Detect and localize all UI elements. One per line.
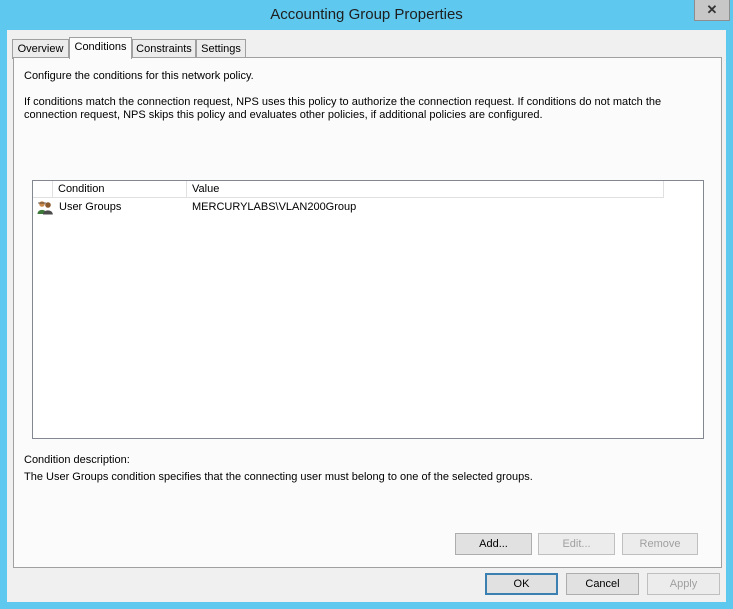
conditions-tab-panel: Configure the conditions for this networ… [13,57,722,568]
title-bar: Accounting Group Properties ✕ [0,0,733,30]
edit-button[interactable]: Edit... [538,533,615,555]
column-header-value[interactable]: Value [187,181,664,198]
column-header-condition[interactable]: Condition [53,181,187,198]
table-row[interactable]: User Groups MERCURYLABS\VLAN200Group [33,199,703,216]
add-button[interactable]: Add... [455,533,532,555]
cancel-button[interactable]: Cancel [566,573,639,595]
tab-overview[interactable]: Overview [12,39,69,59]
remove-button[interactable]: Remove [622,533,698,555]
window-title: Accounting Group Properties [270,6,463,23]
intro-text: Configure the conditions for this networ… [24,70,254,82]
condition-description-text: The User Groups condition specifies that… [24,471,533,483]
close-button[interactable]: ✕ [694,0,730,21]
user-group-icon [37,200,53,215]
row-condition-cell: User Groups [59,201,122,213]
description-line-1: If conditions match the connection reque… [24,96,662,108]
tab-settings[interactable]: Settings [196,39,246,59]
description-line-2: connection request, NPS skips this polic… [24,109,543,121]
condition-description-label: Condition description: [24,454,130,466]
column-header-icon[interactable] [33,181,53,198]
tab-constraints[interactable]: Constraints [132,39,196,59]
close-icon: ✕ [706,2,718,17]
conditions-list[interactable]: Condition Value User Groups MERCURYLABS\… [32,180,704,439]
tab-conditions[interactable]: Conditions [69,37,132,59]
ok-button[interactable]: OK [485,573,558,595]
dialog-client-area: Overview Conditions Constraints Settings… [7,30,726,602]
row-value-cell: MERCURYLABS\VLAN200Group [192,201,357,213]
apply-button[interactable]: Apply [647,573,720,595]
